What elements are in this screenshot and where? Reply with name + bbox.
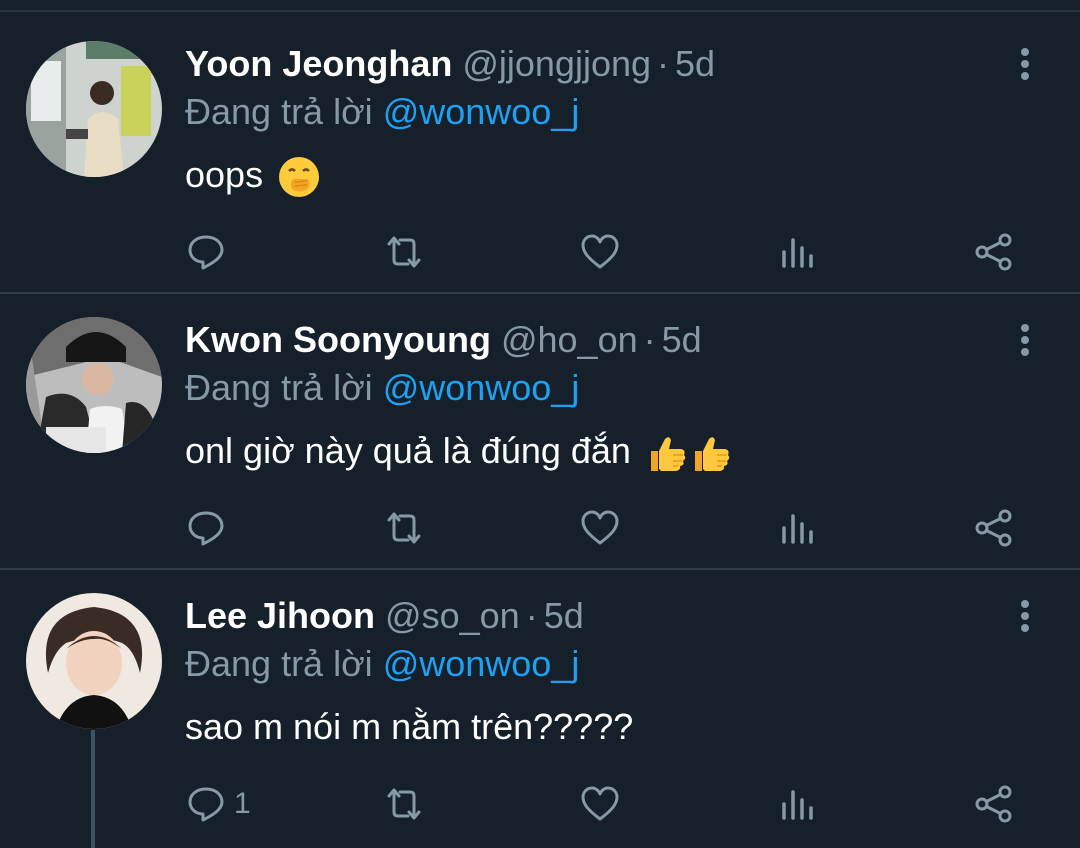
reply-count: 1 xyxy=(234,787,251,820)
tweet-text: oops xyxy=(185,152,321,198)
retweet-icon xyxy=(384,784,424,824)
tweet-divider xyxy=(0,292,1080,294)
more-options-icon[interactable] xyxy=(1010,318,1040,362)
mention-link[interactable]: @wonwoo_j xyxy=(383,643,580,684)
retweet-icon xyxy=(384,508,424,548)
display-name[interactable]: Yoon Jeonghan xyxy=(185,43,452,84)
separator-dot: · xyxy=(525,595,538,636)
heart-icon xyxy=(580,784,620,824)
replying-to: Đang trả lời @wonwoo_j xyxy=(185,90,579,134)
like-button[interactable] xyxy=(580,780,620,828)
more-options-icon[interactable] xyxy=(1010,42,1040,86)
share-button[interactable] xyxy=(974,228,1014,276)
tweet-text-content: onl giờ này quả là đúng đắn xyxy=(185,430,631,471)
thumbs-up-emoji xyxy=(689,431,733,475)
more-options-icon[interactable] xyxy=(1010,594,1040,638)
separator-dot: · xyxy=(643,319,656,360)
retweet-icon xyxy=(384,232,424,272)
share-icon xyxy=(974,784,1014,824)
replying-to-label: Đang trả lời xyxy=(185,367,373,408)
retweet-button[interactable] xyxy=(384,228,424,276)
heart-icon xyxy=(580,508,620,548)
replying-to-label: Đang trả lời xyxy=(185,643,373,684)
mention-link[interactable]: @wonwoo_j xyxy=(383,367,580,408)
user-handle[interactable]: @so_on xyxy=(385,595,520,636)
avatar[interactable] xyxy=(26,41,162,177)
reply-icon xyxy=(186,232,226,272)
timestamp[interactable]: 5d xyxy=(675,43,715,84)
tweet-text: onl giờ này quả là đúng đắn xyxy=(185,428,733,474)
tweet-header: Lee Jihoon @so_on · 5d xyxy=(185,594,584,638)
separator-dot: · xyxy=(657,43,670,84)
share-icon xyxy=(974,508,1014,548)
tweet-text: sao m nói m nằm trên????? xyxy=(185,704,633,750)
heart-icon xyxy=(580,232,620,272)
analytics-button[interactable] xyxy=(778,228,818,276)
tweet-text-content: sao m nói m nằm trên????? xyxy=(185,706,634,747)
analytics-button[interactable] xyxy=(778,504,818,552)
tweet-actions: 1 xyxy=(0,780,1080,828)
reply-button[interactable] xyxy=(186,504,226,552)
top-divider xyxy=(0,10,1080,12)
mention-link[interactable]: @wonwoo_j xyxy=(383,91,580,132)
avatar[interactable] xyxy=(26,317,162,453)
tweet-header: Yoon Jeonghan @jjongjjong · 5d xyxy=(185,42,715,86)
replying-to: Đang trả lời @wonwoo_j xyxy=(185,366,579,410)
reply-button[interactable] xyxy=(186,228,226,276)
timestamp[interactable]: 5d xyxy=(544,595,584,636)
retweet-button[interactable] xyxy=(384,780,424,828)
analytics-icon xyxy=(778,232,818,272)
tweet-header: Kwon Soonyoung @ho_on · 5d xyxy=(185,318,702,362)
tweet-divider xyxy=(0,568,1080,570)
share-button[interactable] xyxy=(974,504,1014,552)
like-button[interactable] xyxy=(580,228,620,276)
thumbs-up-emoji xyxy=(645,431,689,475)
display-name[interactable]: Kwon Soonyoung xyxy=(185,319,491,360)
reply-icon xyxy=(186,508,226,548)
tweet-actions xyxy=(0,504,1080,552)
share-button[interactable] xyxy=(974,780,1014,828)
avatar[interactable] xyxy=(26,593,162,729)
replying-to: Đang trả lời @wonwoo_j xyxy=(185,642,579,686)
analytics-icon xyxy=(778,784,818,824)
like-button[interactable] xyxy=(580,504,620,552)
tweet-text-content: oops xyxy=(185,154,264,195)
reply-icon xyxy=(186,784,226,824)
tweet-actions xyxy=(0,228,1080,276)
display-name[interactable]: Lee Jihoon xyxy=(185,595,375,636)
replying-to-label: Đang trả lời xyxy=(185,91,373,132)
user-handle[interactable]: @ho_on xyxy=(501,319,638,360)
face-with-hand-over-mouth-emoji xyxy=(277,155,321,199)
retweet-button[interactable] xyxy=(384,504,424,552)
reply-button[interactable]: 1 xyxy=(186,780,251,828)
analytics-button[interactable] xyxy=(778,780,818,828)
analytics-icon xyxy=(778,508,818,548)
share-icon xyxy=(974,232,1014,272)
user-handle[interactable]: @jjongjjong xyxy=(462,43,651,84)
timestamp[interactable]: 5d xyxy=(662,319,702,360)
